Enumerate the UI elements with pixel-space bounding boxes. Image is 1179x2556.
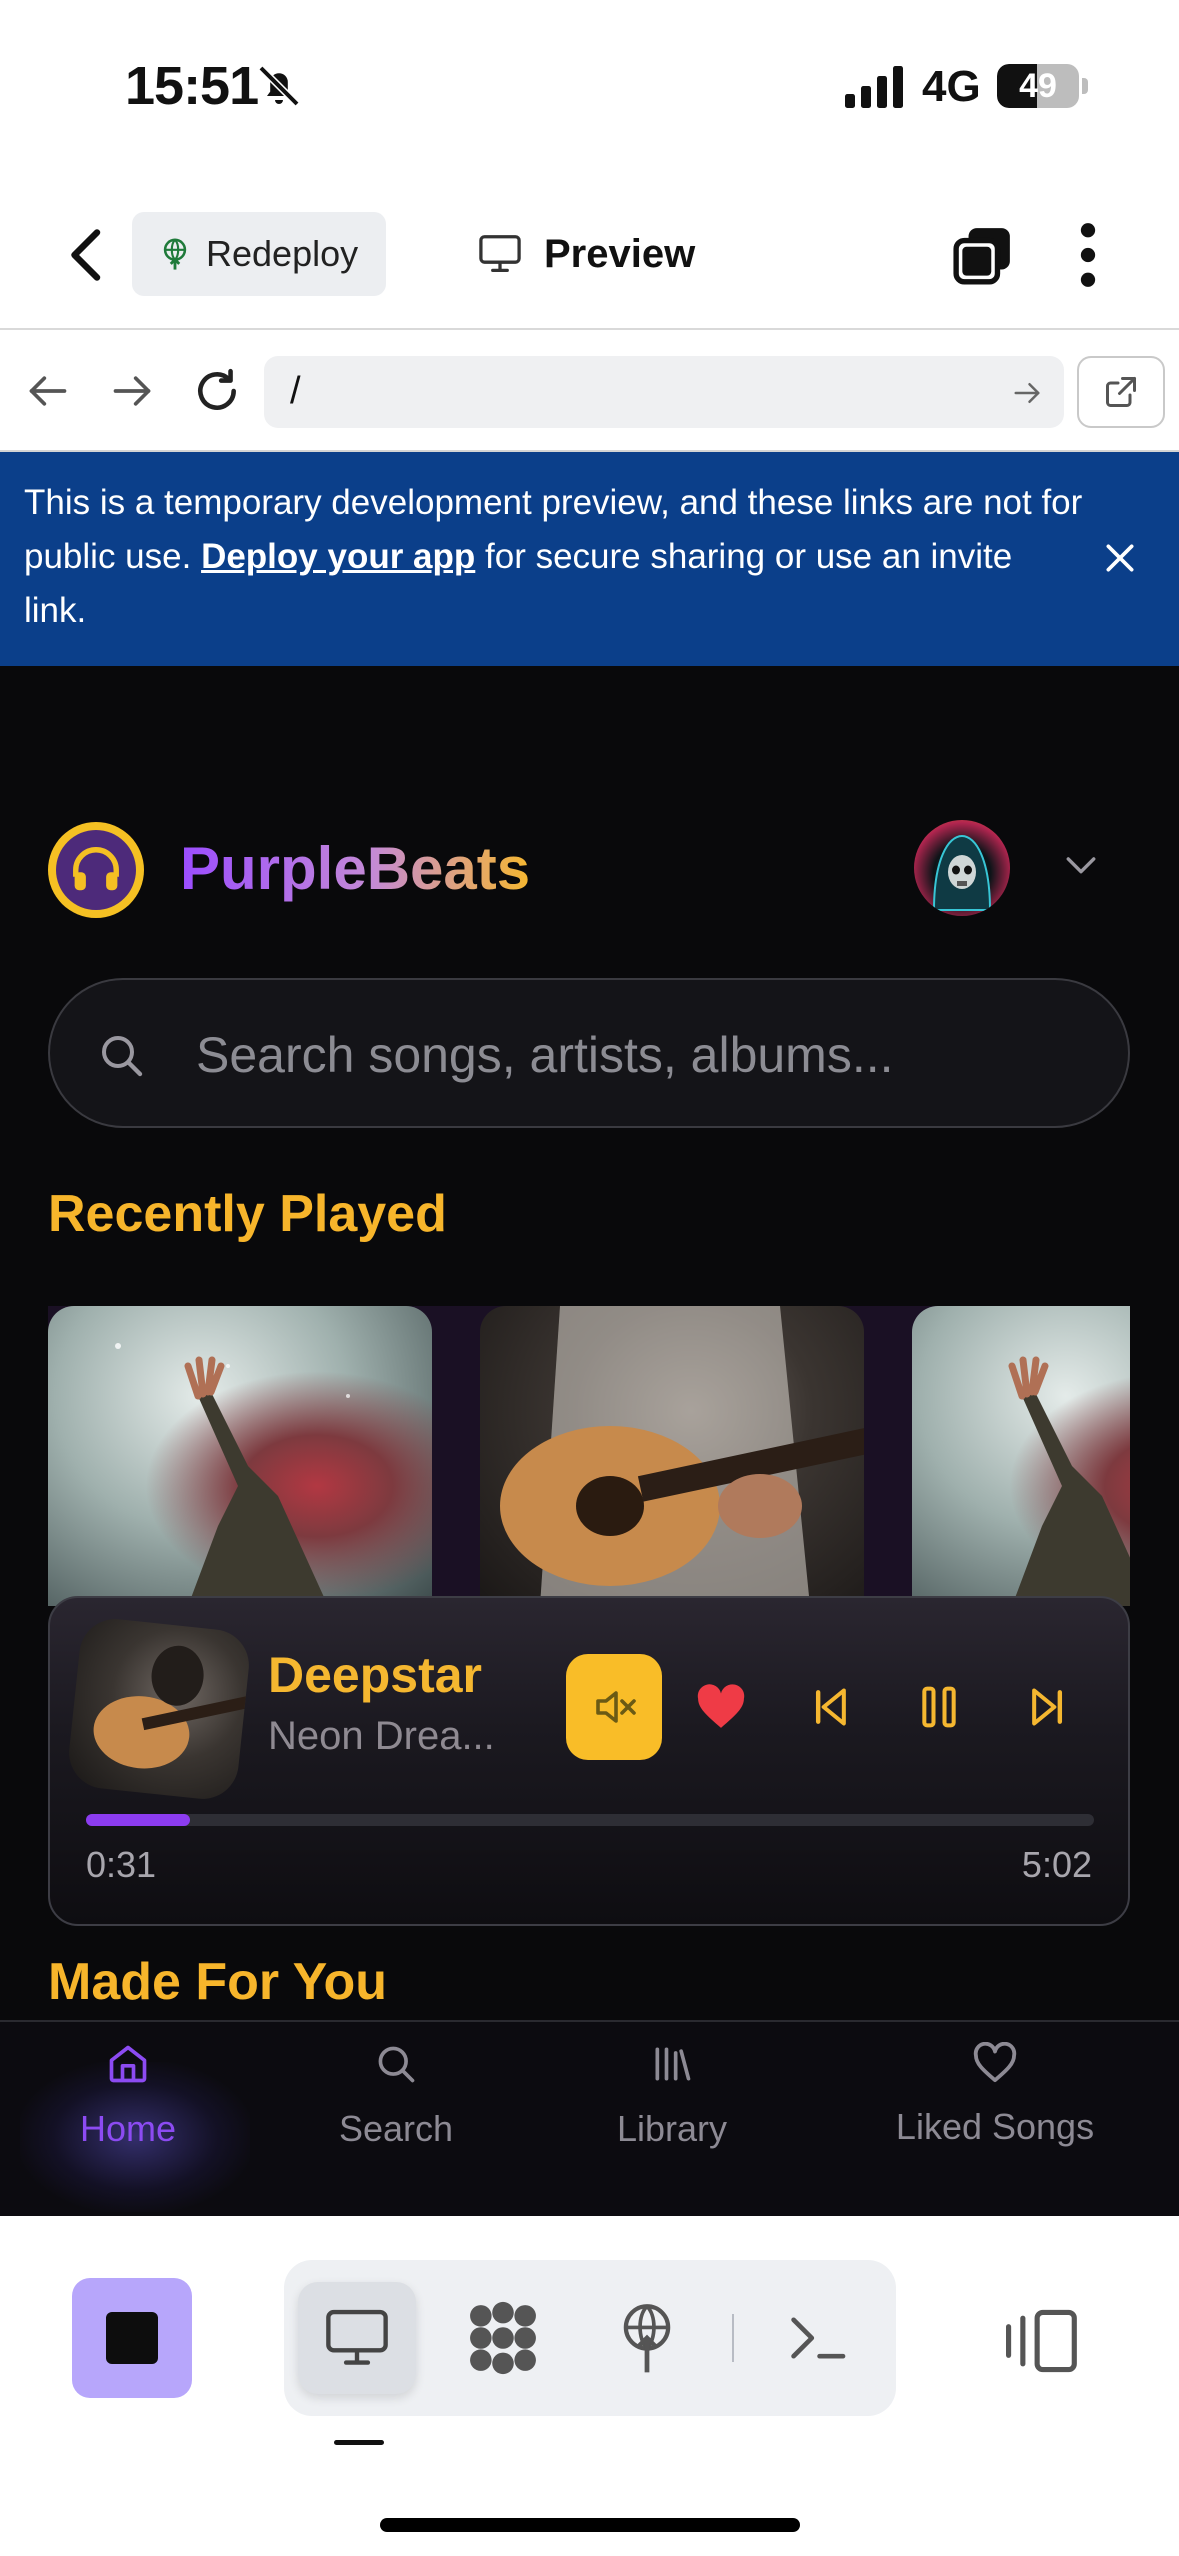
layout-toggle-icon[interactable] [1000,2306,1080,2376]
guitarist-artwork [93,1645,252,1769]
search-icon [378,2046,415,2083]
url-bar: / [0,332,1179,452]
user-avatar[interactable] [914,820,1010,916]
playback-progress-fill [86,1814,190,1826]
search-bar[interactable] [48,978,1130,1128]
app-preview: PurpleBeats Recently Played [0,666,1179,2216]
album-card[interactable] [480,1306,864,1606]
home-indicator[interactable] [380,2518,800,2532]
deploy-icon [623,2304,671,2373]
banner-message: This is a temporary development preview,… [24,476,1084,638]
agent-icon [470,2301,536,2375]
reload-icon[interactable] [192,366,242,416]
stop-button[interactable] [72,2278,192,2398]
recently-played-title: Recently Played [48,1185,447,1243]
redeploy-label: Redeploy [206,233,359,274]
app-bottom-nav: Home Search Library Liked Songs [0,2020,1179,2216]
back-chevron-icon[interactable] [62,225,112,285]
skip-back-icon [815,1688,846,1726]
network-type: 4G [922,62,981,111]
search-input[interactable] [196,1010,1076,1100]
heart-icon [973,2042,1017,2083]
arrow-right-icon[interactable] [110,369,154,413]
status-time: 15:51 [125,56,259,116]
pause-icon [922,1686,956,1728]
album-card[interactable] [48,1306,432,1606]
mute-button[interactable] [566,1654,662,1760]
active-tool-indicator [334,2440,384,2445]
more-options-icon[interactable] [1070,222,1106,288]
workspace-toolbar [0,2216,1179,2556]
guitarist-artwork [500,1306,864,1606]
tool-agent[interactable] [444,2282,562,2394]
nav-library-label: Library [616,2108,728,2149]
tool-deployments[interactable] [588,2282,706,2394]
recently-played-carousel[interactable] [48,1306,1130,1606]
redeploy-button[interactable]: Redeploy [132,212,386,296]
deploy-icon [163,238,187,270]
toolbar-divider [732,2314,734,2362]
nav-search[interactable]: Search [320,2042,472,2150]
song-artist: Neon Drea... [268,1714,495,1758]
nav-library[interactable]: Library [598,2042,746,2150]
now-playing-bar[interactable]: Deepstar Neon Drea... 0:31 5:02 [48,1596,1130,1926]
external-link-icon [1106,377,1136,407]
library-icon [655,2047,691,2081]
heart-filled-icon [697,1684,745,1728]
tool-preview[interactable] [298,2282,416,2394]
go-arrow-icon[interactable] [1012,378,1042,408]
like-button[interactable] [692,1678,750,1736]
chevron-down-icon[interactable] [1064,852,1098,880]
battery-icon: 49 [997,64,1079,108]
tool-switcher [284,2260,896,2416]
status-bar: 15:51 4G 49 [0,0,1179,170]
previous-button[interactable] [802,1678,860,1736]
nav-home[interactable]: Home [66,2042,190,2150]
made-for-you-title: Made For You [48,1953,387,2011]
terminal-icon [791,2317,846,2359]
app-logo[interactable] [48,822,144,918]
battery-nub [1082,78,1088,94]
open-in-new-tab-button[interactable] [1077,356,1165,428]
brand-name: PurpleBeats [180,835,531,902]
logo-inner [56,830,136,910]
song-title: Deepstar [268,1647,482,1703]
hooded-skull-avatar [932,834,992,911]
url-path: / [290,370,301,412]
now-playing-artwork [65,1615,253,1803]
current-time: 0:31 [86,1844,157,1885]
concert-crowd-artwork [1008,1356,1130,1606]
close-icon[interactable] [1100,538,1140,578]
playback-progress-bar[interactable] [86,1814,1094,1826]
bell-off-icon [258,65,300,107]
album-card[interactable] [912,1306,1130,1606]
monitor-icon [326,2309,388,2365]
concert-crowd-artwork [115,1343,350,1606]
search-icon [102,1036,143,1077]
pause-button[interactable] [910,1678,968,1736]
next-button[interactable] [1018,1678,1076,1736]
nav-home-label: Home [79,2108,177,2149]
stop-icon [106,2312,158,2364]
total-time: 5:02 [1021,1844,1092,1885]
dev-preview-banner: This is a temporary development preview,… [0,452,1179,666]
preview-tab[interactable]: Preview [478,222,695,286]
deploy-app-link[interactable]: Deploy your app [201,537,475,576]
nav-search-label: Search [338,2108,454,2149]
volume-mute-icon [596,1691,636,1723]
nav-liked-label: Liked Songs [895,2106,1095,2147]
battery-level: 49 [1019,67,1057,105]
home-icon [109,2045,147,2083]
skip-forward-icon [1032,1688,1063,1726]
signal-icon [845,66,903,108]
arrow-left-icon[interactable] [26,369,70,413]
tool-shell[interactable] [758,2282,876,2394]
monitor-icon [479,235,521,272]
workspace-top-bar: Redeploy Preview [0,170,1179,330]
headphones-icon [73,847,119,891]
preview-label: Preview [544,231,696,276]
url-input[interactable]: / [264,356,1064,428]
nav-liked-songs[interactable]: Liked Songs [880,2042,1110,2148]
tabs-icon[interactable] [952,224,1014,286]
